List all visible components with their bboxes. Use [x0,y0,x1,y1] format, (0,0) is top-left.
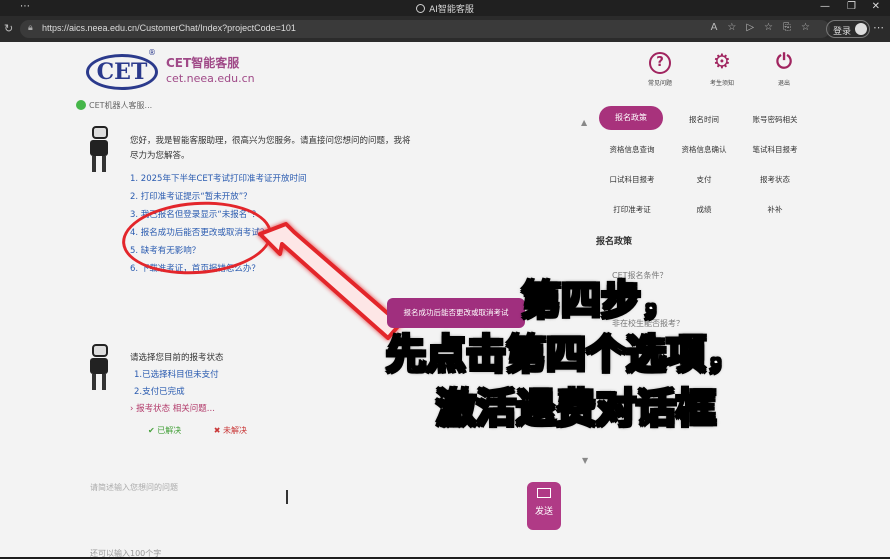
status-option[interactable]: 2.支付已完成 [130,384,224,401]
browser-toolbar: ↻ 🔒︎ https://aics.neea.edu.cn/CustomerCh… [0,16,890,42]
caption-line: 激活退费对话框 [435,385,717,433]
caption-line: 先点击第四个选项， [385,331,747,379]
registered-mark: ® [148,48,156,57]
chevron-down-icon[interactable]: ▼ [582,456,588,465]
tab-item[interactable]: 报考状态 [735,174,815,185]
window-titlebar: AI智能客服 ⋯ — ❐ ✕ [0,0,890,16]
tab-item[interactable]: 资格信息查询 [592,144,672,155]
bot-greeting: 您好，我是智能客服助理，很高兴为您服务。请直接问您想问的问题，我将 尽力为您解答… [130,136,411,161]
address-bar[interactable]: 🔒︎ https://aics.neea.edu.cn/CustomerChat… [20,20,830,38]
bot-status: CET机器人客服... [76,100,152,111]
question-link[interactable]: 1. 2025年下半年CET考试打印准考证开放时间 [130,170,306,188]
bot-status-prompt: 请选择您目前的报考状态 1.已选择科目但未支付 2.支付已完成 › 报考状态 相… [130,350,224,418]
refresh-icon[interactable]: ↻ [4,22,13,35]
send-button[interactable]: 发送 [527,482,561,530]
tab-item[interactable]: 成绩 [664,204,744,215]
brand-title: CET智能客服 [166,56,240,70]
brand-subtitle: cet.neea.edu.cn [166,72,255,85]
gear-icon: ⚙ [713,49,731,73]
cet-logo: CET [86,54,158,90]
char-counter: 还可以输入100个字 [90,549,162,558]
tab-item[interactable]: 口试科目报考 [592,174,672,185]
mail-icon [537,488,551,498]
unresolved-button[interactable]: ✖ 未解决 [214,426,247,435]
caption-line: 第四步， [520,277,682,325]
chevron-up-icon[interactable]: ▲ [581,118,587,127]
browser-tools-icon[interactable]: A☆▷☆⎘☆ [711,22,820,33]
tab-item[interactable]: 补补 [735,204,815,215]
tab-item[interactable]: 报名时间 [664,114,744,125]
page-content: CET ® CET智能客服 cet.neea.edu.cn ? 常见问题 ⚙ 考… [0,42,890,558]
robot-avatar-icon [84,344,114,392]
lock-icon: 🔒︎ [28,23,33,33]
tab-item[interactable]: 笔试科目报考 [735,144,815,155]
avatar [855,23,867,35]
logout-button[interactable]: ⏻ 退出 [762,49,806,87]
question-icon: ? [649,52,671,74]
faq-button[interactable]: ? 常见问题 [638,52,682,87]
menu-icon[interactable]: ⋯ [20,1,30,12]
url-text: https://aics.neea.edu.cn/CustomerChat/In… [42,23,296,33]
window-title: AI智能客服 [429,5,474,15]
close-icon[interactable]: ✕ [872,1,880,12]
profile-login-button[interactable]: 登录 [826,20,870,38]
tab-item[interactable]: 打印准考证 [592,204,672,215]
tab-item[interactable]: 账号密码相关 [735,114,815,125]
feedback-row: ✔ 已解决 ✖ 未解决 [148,425,247,436]
resolved-button[interactable]: ✔ 已解决 [148,426,181,435]
text-cursor [286,490,288,504]
status-option[interactable]: 1.已选择科目但未支付 [130,367,224,384]
minimize-icon[interactable]: — [820,1,830,12]
tab-policy[interactable]: 报名政策 [599,106,663,130]
robot-avatar-icon [84,126,114,174]
tab-item[interactable]: 支付 [664,174,744,185]
maximize-icon[interactable]: ❐ [847,1,856,12]
related-questions-link[interactable]: › 报考状态 相关问题... [130,401,224,418]
message-input[interactable]: 请简述输入您想问的问题 [90,482,178,493]
policy-section-title: 报名政策 [596,237,633,247]
login-label: 登录 [833,27,852,37]
more-menu-icon[interactable]: ⋯ [873,21,884,34]
tab-item[interactable]: 资格信息确认 [664,144,744,155]
candidate-notice-button[interactable]: ⚙ 考生须知 [700,49,744,87]
app-icon [416,4,426,13]
power-icon: ⏻ [776,49,792,73]
online-dot-icon [76,100,86,110]
